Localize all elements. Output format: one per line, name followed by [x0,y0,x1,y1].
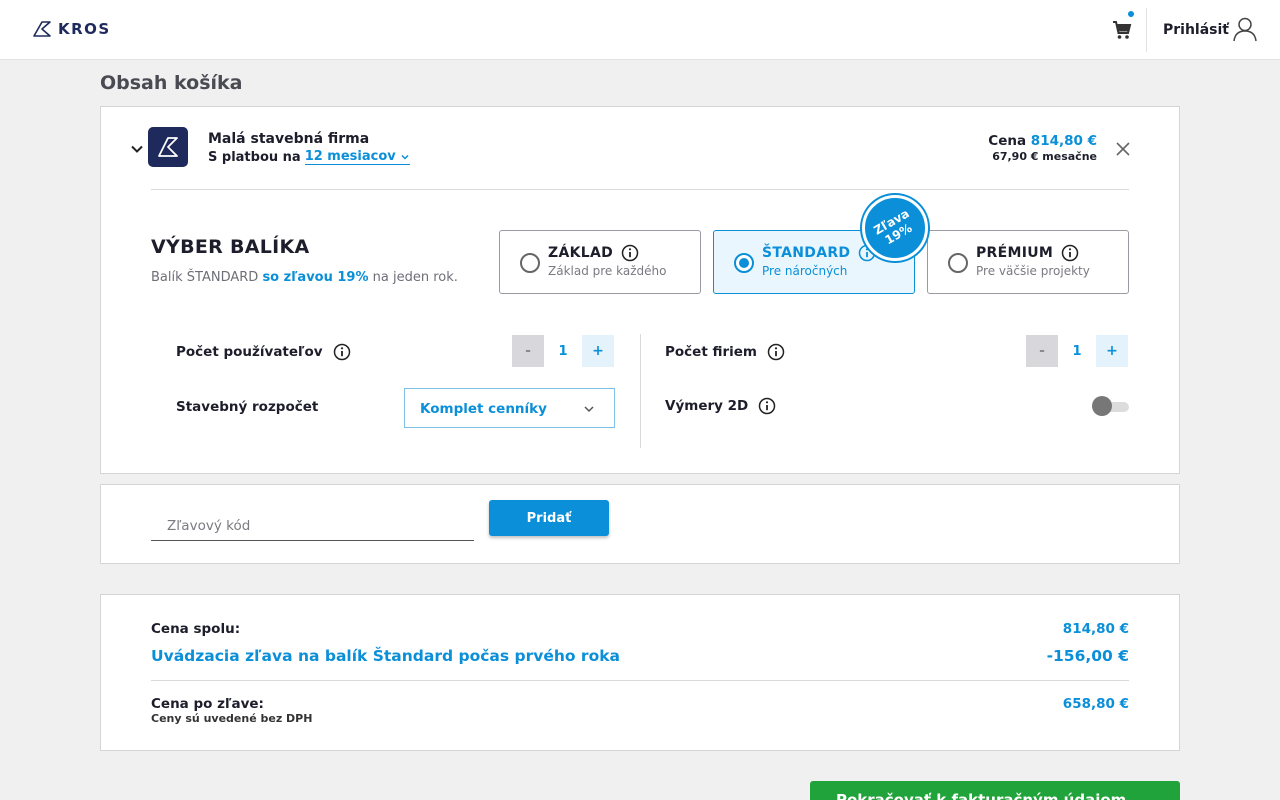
package-section-title: VÝBER BALÍKA [151,236,310,258]
firms-count-label: Počet firiem [665,343,785,361]
measure-text: Výmery 2D [665,398,749,414]
users-count-label: Počet používateľov [176,343,351,361]
stepper-value: 1 [558,343,568,359]
price-main: Cena 814,80 € [988,133,1097,149]
plan-period-value: 12 mesiacov [304,149,396,164]
divider [151,680,1129,681]
package-name: ZÁKLAD [548,244,639,262]
package-name-text: ŠTANDARD [762,245,851,261]
package-name-text: ZÁKLAD [548,245,614,261]
after-discount-row: Cena po zľave: 658,80 € [151,696,1129,712]
after-discount-value: 658,80 € [1062,696,1129,712]
measure-label: Výmery 2D [665,397,776,415]
chevron-down-icon [401,154,409,160]
package-option-zaklad[interactable]: ZÁKLAD Základ pre každého [499,230,701,294]
info-icon[interactable] [758,397,776,415]
product-logo-icon [158,137,178,157]
package-section-subtitle: Balík ŠTANDARD so zľavou 19% na jeden ro… [151,270,458,285]
login-link[interactable]: Prihlásiť [1163,22,1229,38]
total-row: Cena spolu: 814,80 € [151,621,1129,637]
summary-card: Cena spolu: 814,80 € Uvádzacia zľava na … [100,594,1180,751]
chevron-down-icon [584,406,594,413]
after-discount-label: Cena po zľave: [151,696,264,712]
stepper-value: 1 [1072,343,1082,359]
budget-label: Stavebný rozpočet [176,399,319,415]
kros-logo-icon [33,21,51,37]
product-logo [148,127,188,167]
page-title: Obsah košíka [100,72,243,94]
firms-stepper[interactable]: - 1 + [1026,335,1128,367]
price-value: 814,80 € [1030,133,1097,149]
divider [151,189,1129,190]
discount-badge-text: Zľava 19% [869,205,921,251]
budget-select[interactable]: Komplet cenníky [404,388,615,428]
price-label: Cena [988,133,1027,149]
close-icon[interactable] [1115,141,1131,157]
top-bar: KROS Prihlásiť [0,0,1280,60]
decrement-button[interactable]: - [512,335,544,367]
vat-note: Ceny sú uvedené bez DPH [151,712,313,725]
budget-select-value: Komplet cenníky [420,401,547,417]
product-name: Malá stavebná firma [208,131,370,147]
discount-card: Pridať [100,484,1180,564]
radio-button[interactable] [520,253,540,273]
package-desc: Pre väčšie projekty [976,264,1090,278]
kros-logo[interactable]: KROS [32,20,111,38]
radio-button[interactable] [948,253,968,273]
price-monthly: 67,90 € mesačne [992,150,1097,163]
discount-code-input[interactable] [151,505,474,541]
promo-label: Uvádzacia zľava na balík Štandard počas … [151,647,620,665]
options-divider [640,334,641,448]
package-option-premium[interactable]: PRÉMIUM Pre väčšie projekty [927,230,1129,294]
logo-text: KROS [58,20,111,38]
user-icon[interactable] [1232,16,1258,42]
promo-value: -156,00 € [1046,647,1129,665]
total-label: Cena spolu: [151,621,241,637]
subtitle-post: na jeden rok. [372,270,458,285]
subtitle-highlight: so zľavou 19% [262,270,369,285]
increment-button[interactable]: + [582,335,614,367]
package-name: ŠTANDARD [762,244,876,262]
plan-prefix: S platbou na [208,149,301,165]
firms-count-text: Počet firiem [665,344,757,360]
users-stepper[interactable]: - 1 + [512,335,614,367]
decrement-button[interactable]: - [1026,335,1058,367]
cart-button[interactable] [1110,11,1134,42]
measure-toggle[interactable] [1092,396,1129,416]
increment-button[interactable]: + [1096,335,1128,367]
radio-button[interactable] [734,253,754,273]
total-value: 814,80 € [1062,621,1129,637]
subtitle-pre: Balík ŠTANDARD [151,270,259,285]
header-divider [1146,8,1147,52]
package-desc: Pre náročných [762,264,848,278]
continue-button[interactable]: Pokračovať k fakturačným údajom [810,781,1180,800]
promo-row: Uvádzacia zľava na balík Štandard počas … [151,647,1129,665]
info-icon[interactable] [333,343,351,361]
plan-period-dropdown[interactable]: 12 mesiacov [304,149,410,165]
product-card: Malá stavebná firma S platbou na 12 mesi… [100,106,1180,474]
cart-icon [1113,21,1132,39]
discount-badge: Zľava 19% [862,195,928,261]
chevron-down-icon[interactable] [129,141,145,157]
info-icon[interactable] [767,343,785,361]
cart-notification-dot [1128,11,1134,17]
product-price: Cena 814,80 € 67,90 € mesačne [988,133,1097,163]
info-icon[interactable] [1061,244,1079,262]
product-plan: S platbou na 12 mesiacov [208,149,410,165]
info-icon[interactable] [621,244,639,262]
package-desc: Základ pre každého [548,264,667,278]
add-discount-button[interactable]: Pridať [489,500,609,536]
package-name-text: PRÉMIUM [976,245,1054,261]
users-count-text: Počet používateľov [176,344,323,360]
toggle-knob [1092,396,1112,416]
package-name: PRÉMIUM [976,244,1079,262]
